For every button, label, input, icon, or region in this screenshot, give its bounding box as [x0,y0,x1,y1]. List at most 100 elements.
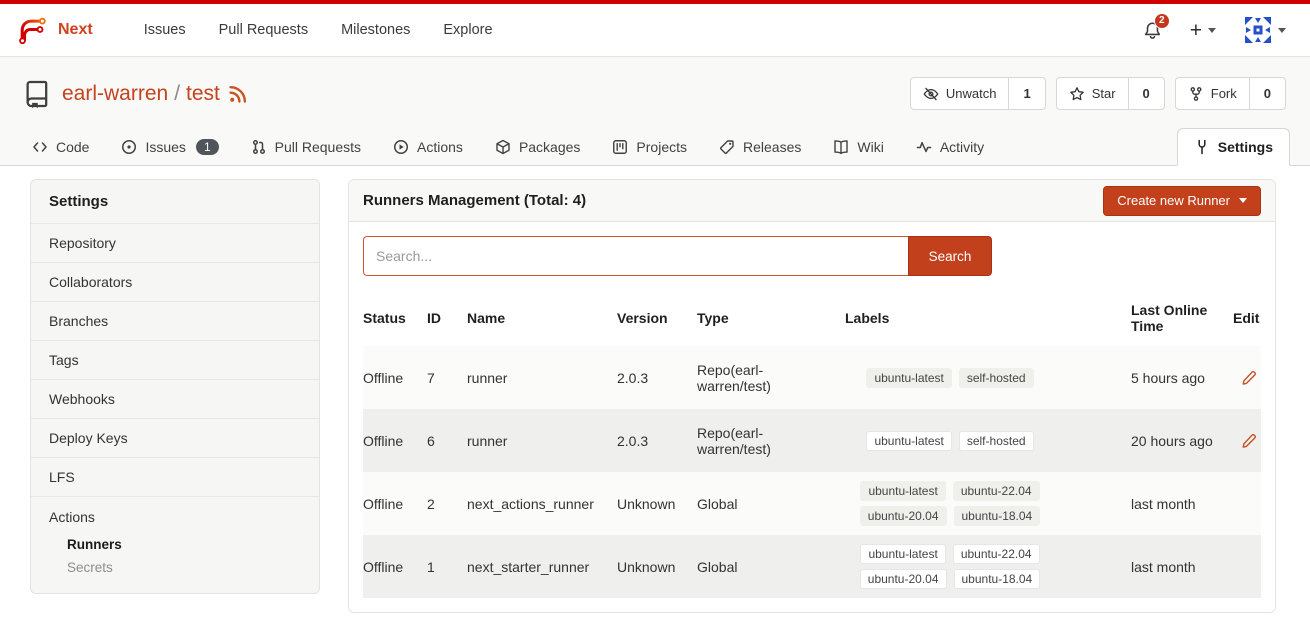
repo-owner-link[interactable]: earl-warren [62,82,168,106]
tab-label: Packages [519,139,580,155]
pulse-icon [916,139,932,155]
tab-settings[interactable]: Settings [1177,128,1290,166]
tab-activity[interactable]: Activity [914,129,986,165]
runner-last-online: last month [1099,553,1217,581]
runner-name: next_actions_runner [467,490,617,518]
avatar [1244,16,1272,44]
repo-action-fork: Fork0 [1175,77,1286,110]
tab-label: Releases [743,139,801,155]
pull-request-icon [251,139,267,155]
tab-pull-requests[interactable]: Pull Requests [249,129,363,165]
nav-item-explore[interactable]: Explore [443,22,492,38]
sidebar-item-deploy-keys[interactable]: Deploy Keys [31,419,319,458]
nav-item-milestones[interactable]: Milestones [341,22,410,38]
runner-label-chip: ubuntu-22.04 [953,481,1040,501]
runner-version: 2.0.3 [617,364,697,392]
button-label: Star [1092,86,1116,101]
column-header-type: Type [697,304,809,332]
runner-type: Global [697,490,809,518]
edit-runner-button[interactable] [1241,370,1257,386]
user-menu[interactable] [1244,16,1286,44]
tab-projects[interactable]: Projects [610,129,689,165]
sidebar-item-repository[interactable]: Repository [31,224,319,263]
package-icon [495,139,511,155]
panel-body: Search StatusIDNameVersionTypeLabelsLast… [349,222,1275,612]
table-header: StatusIDNameVersionTypeLabelsLast Online… [363,290,1261,346]
create-runner-button[interactable]: Create new Runner [1103,186,1261,216]
runner-label-chip: ubuntu-22.04 [953,544,1040,564]
panel-header: Runners Management (Total: 4) Create new… [349,180,1275,222]
runner-id: 1 [427,553,467,581]
sidebar-item-tags[interactable]: Tags [31,341,319,380]
edit-runner-button[interactable] [1241,433,1257,449]
star-button[interactable]: Star [1057,78,1128,109]
runner-labels: ubuntu-latest ubuntu-22.04 ubuntu-20.04 ubu… [809,538,1099,595]
tab-releases[interactable]: Releases [717,129,803,165]
tab-wiki[interactable]: Wiki [831,129,885,165]
tab-label: Code [56,139,89,155]
search-input[interactable] [363,236,908,276]
unwatch-count[interactable]: 1 [1008,78,1044,109]
repo-header-zone: earl-warren / test Unwatch1Star0Fork0 Co… [0,57,1310,166]
tab-label: Actions [417,139,463,155]
tab-label: Pull Requests [275,139,361,155]
runner-id: 7 [427,364,467,392]
runner-label-chip: ubuntu-latest [860,481,945,501]
label-chips: ubuntu-latest ubuntu-22.04 ubuntu-20.04 ubu… [848,544,1053,589]
sidebar-item-collaborators[interactable]: Collaborators [31,263,319,302]
label-chips: ubuntu-latestself-hosted [866,368,1033,388]
notifications-button[interactable]: 2 [1143,21,1162,40]
unwatch-button[interactable]: Unwatch [911,78,1009,109]
star-count[interactable]: 0 [1128,78,1164,109]
sidebar-item-lfs[interactable]: LFS [31,458,319,497]
fork-count[interactable]: 0 [1249,78,1285,109]
tab-actions[interactable]: Actions [391,129,465,165]
navbar-right: 2 + [1143,16,1286,44]
label-chips: ubuntu-latestself-hosted [866,431,1033,451]
tab-issues[interactable]: Issues 1 [119,129,220,165]
search-button[interactable]: Search [908,236,992,276]
runner-id: 2 [427,490,467,518]
runner-type: Repo(earl-warren/test) [697,419,809,463]
runners-table: StatusIDNameVersionTypeLabelsLast Online… [363,290,1261,598]
column-header-labels: Labels [809,304,1099,332]
tab-label: Issues [145,139,185,155]
tab-code[interactable]: Code [30,129,91,165]
runner-labels: ubuntu-latestself-hosted [809,425,1099,457]
runner-label-chip: ubuntu-18.04 [954,506,1041,526]
runner-edit-cell [1217,364,1263,392]
nav-item-pull-requests[interactable]: Pull Requests [219,22,308,38]
sidebar-subitem-runners[interactable]: Runners [31,533,319,556]
runner-label-chip: self-hosted [959,431,1034,451]
sidebar-subitem-secrets[interactable]: Secrets [31,556,319,579]
column-header-name: Name [467,304,617,332]
sidebar-subitems: RunnersSecrets [31,533,319,579]
site-brand[interactable]: Next [18,15,93,45]
label-chips: ubuntu-latestubuntu-22.04ubuntu-20.04ubu… [848,481,1053,526]
code-icon [32,139,48,155]
sidebar-item-actions[interactable]: Actions [31,507,319,533]
content: Settings RepositoryCollaboratorsBranches… [0,166,1310,613]
sidebar-item-branches[interactable]: Branches [31,302,319,341]
fork-button[interactable]: Fork [1176,78,1249,109]
runner-label-chip: ubuntu-20.04 [860,569,947,589]
nav-item-issues[interactable]: Issues [144,22,186,38]
issues-count-badge: 1 [196,139,219,155]
repo-name-link[interactable]: test [186,82,220,106]
repo-action-buttons: Unwatch1Star0Fork0 [910,77,1286,110]
create-new-dropdown[interactable]: + [1190,20,1216,41]
tab-label: Wiki [857,139,883,155]
runner-name: runner [467,364,617,392]
caret-down-icon [1278,28,1286,33]
runner-label-chip: ubuntu-latest [860,544,945,564]
button-label: Unwatch [946,86,997,101]
tab-packages[interactable]: Packages [493,129,582,165]
column-header-id: ID [427,304,467,332]
runner-label-chip: ubuntu-18.04 [954,569,1041,589]
runner-version: Unknown [617,553,697,581]
notification-count-badge: 2 [1154,13,1170,29]
rss-icon[interactable] [228,84,248,104]
sidebar-item-webhooks[interactable]: Webhooks [31,380,319,419]
runner-edit-cell [1217,561,1263,573]
repo-title-row: earl-warren / test Unwatch1Star0Fork0 [0,57,1310,110]
